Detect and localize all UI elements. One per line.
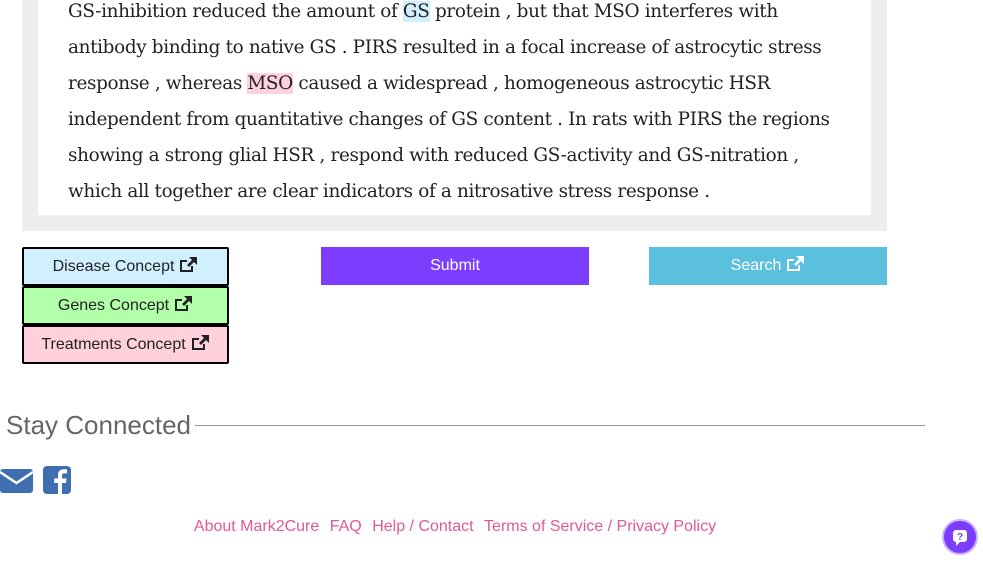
abstract-text: GS-inhibition reduced the amount of GS p… (68, 0, 858, 210)
external-link-icon (178, 252, 198, 287)
search-button[interactable]: Search (649, 247, 887, 285)
genes-concept-label: Genes Concept (57, 297, 170, 314)
disease-concept-button[interactable]: Disease Concept (22, 247, 229, 286)
external-link-icon (785, 250, 805, 288)
external-link-icon (173, 291, 193, 326)
concept-buttons: Disease Concept Genes Concept Treatments… (22, 247, 229, 364)
treatments-concept-label: Treatments Concept (41, 336, 186, 353)
about-link[interactable]: About Mark2Cure (194, 518, 319, 535)
abstract-card: GS-inhibition reduced the amount of GS p… (38, 0, 871, 215)
svg-text:?: ? (957, 532, 963, 543)
abstract-line-6: which all together are clear indicators … (68, 181, 710, 202)
submit-label: Submit (430, 257, 480, 274)
text-segment: GS-inhibition reduced the amount of (68, 1, 403, 22)
gene-annotation[interactable]: GS (402, 1, 430, 22)
text-segment: protein , but that MSO interferes with (429, 1, 778, 22)
abstract-line-4: independent from quantitative changes of… (68, 109, 830, 130)
submit-button[interactable]: Submit (321, 247, 589, 285)
help-contact-link[interactable]: Help / Contact (372, 518, 473, 535)
terms-privacy-link[interactable]: Terms of Service / Privacy Policy (484, 518, 716, 535)
treatments-concept-button[interactable]: Treatments Concept (22, 325, 229, 364)
social-links (0, 466, 77, 499)
chat-help-icon: ? (944, 530, 976, 557)
facebook-icon[interactable] (43, 466, 72, 499)
faq-link[interactable]: FAQ (330, 518, 362, 535)
text-segment: response , whereas (68, 73, 248, 94)
search-label: Search (730, 257, 782, 274)
abstract-line-1: GS-inhibition reduced the amount of GS p… (68, 0, 858, 30)
footer-links: About Mark2Cure FAQ Help / Contact Terms… (0, 518, 910, 536)
disease-concept-label: Disease Concept (52, 258, 175, 275)
text-segment: caused a widespread , homogeneous astroc… (292, 73, 771, 94)
abstract-line-3: response , whereas MSO caused a widespre… (68, 66, 858, 102)
abstract-line-2: antibody binding to native GS . PIRS res… (68, 37, 822, 58)
section-divider (195, 425, 925, 426)
treatment-annotation[interactable]: MSO (247, 73, 293, 94)
abstract-line-5: showing a strong glial HSR , respond wit… (68, 145, 799, 166)
genes-concept-button[interactable]: Genes Concept (22, 286, 229, 325)
envelope-icon[interactable] (0, 466, 34, 499)
external-link-icon (190, 330, 210, 365)
abstract-panel: GS-inhibition reduced the amount of GS p… (22, 0, 887, 231)
stay-connected-heading: Stay Connected (6, 410, 192, 440)
help-chat-button[interactable]: ? (942, 519, 978, 555)
